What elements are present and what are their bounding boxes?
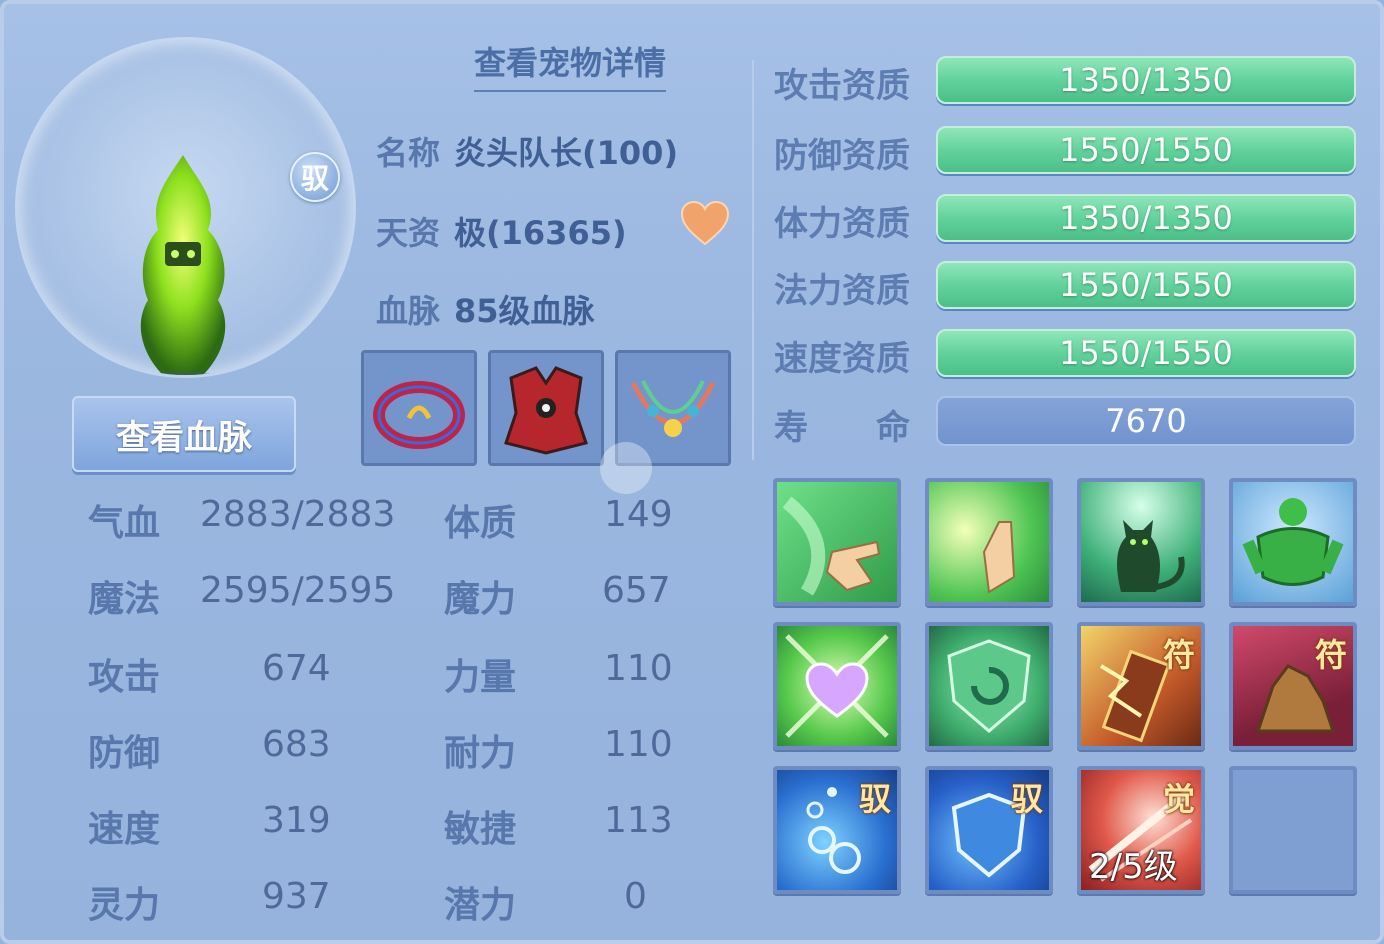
aptitude-stamina-label: 体力资质 (774, 204, 910, 244)
stat-spirit-value: 937 (262, 876, 331, 917)
bloodline-value: 85级血脉 (454, 292, 595, 330)
aptitude-defense-bar: 1550/1550 (936, 126, 1356, 174)
skill-slot-9[interactable]: 驭 (773, 766, 901, 894)
green-cat-skill-icon (1117, 520, 1185, 592)
stat-spirit-label: 灵力 (88, 885, 161, 926)
stat-defense-value: 683 (262, 724, 331, 765)
skill-slot-10[interactable]: 驭 (925, 766, 1053, 894)
skill-tag: 驭 (858, 780, 891, 818)
aptitude-stamina-bar: 1350/1350 (936, 194, 1356, 242)
green-muscle-skill-icon (1242, 498, 1344, 586)
lifespan-bar: 7670 (936, 396, 1356, 446)
aptitude-speed-bar: 1550/1550 (936, 329, 1356, 377)
stat-strength-value: 110 (604, 648, 673, 689)
lifespan-label: 寿 命 (774, 408, 910, 448)
name-label: 名称 (376, 134, 441, 172)
pet-portrait (18, 40, 353, 375)
pet-name-row: 名称 炎头队长(100) (376, 128, 678, 174)
stat-constitution-label: 体质 (444, 503, 517, 544)
stat-attack-value: 674 (262, 648, 331, 689)
stat-constitution-value: 149 (604, 494, 673, 535)
yu-badge: 驭 (290, 152, 340, 202)
stat-potential-value: 0 (624, 876, 647, 917)
skill-tag: 驭 (1010, 780, 1043, 818)
view-pet-details-link[interactable]: 查看宠物详情 (474, 38, 667, 92)
stat-strength-label: 力量 (444, 657, 517, 698)
skill-slot-8[interactable]: 符 (1229, 622, 1357, 750)
view-bloodline-button[interactable]: 查看血脉 (72, 396, 296, 472)
pet-flame-figure (140, 155, 226, 375)
stat-endurance-label: 耐力 (444, 733, 517, 774)
skill-slot-7[interactable]: 符 (1077, 622, 1205, 750)
ring-icon (364, 353, 474, 463)
column-divider (752, 60, 754, 460)
pet-bloodline-row: 血脉 85级血脉 (376, 286, 595, 332)
watermark-logo (596, 438, 796, 498)
palm-light-skill-icon (982, 521, 1016, 594)
stat-hp-value: 2883/2883 (200, 494, 396, 535)
skill-slot-5[interactable] (773, 622, 901, 750)
aptitude-mana-label: 法力资质 (774, 271, 910, 311)
bloodline-label: 血脉 (376, 292, 441, 330)
skill-level: 2/5级 (1089, 847, 1178, 887)
skill-slot-2[interactable] (925, 478, 1053, 606)
skill-tag: 符 (1314, 636, 1347, 674)
stat-endurance-value: 110 (604, 724, 673, 765)
pet-talent-row: 天资 极(16365) (376, 208, 627, 254)
equip-slot-armor[interactable] (488, 350, 604, 466)
stat-attack-label: 攻击 (88, 657, 161, 698)
aptitude-speed-label: 速度资质 (774, 339, 910, 379)
aptitude-attack-label: 攻击资质 (774, 66, 910, 106)
aptitude-mana-bar: 1550/1550 (936, 261, 1356, 309)
skill-tag: 符 (1162, 636, 1195, 674)
skill-slot-6[interactable] (925, 622, 1053, 750)
stat-speed-value: 319 (262, 800, 331, 841)
skill-slot-11[interactable]: 觉 2/5级 (1077, 766, 1205, 894)
skill-slot-4[interactable] (1229, 478, 1357, 606)
skill-tag: 觉 (1162, 780, 1195, 818)
stat-potential-label: 潜力 (444, 885, 517, 926)
heart-icon[interactable] (680, 200, 730, 246)
armor-icon (491, 353, 601, 463)
talent-label: 天资 (376, 214, 441, 252)
aptitude-attack-bar: 1350/1350 (936, 56, 1356, 104)
skill-slot-1[interactable] (773, 478, 901, 606)
heart-skill-icon (785, 634, 889, 738)
name-value: 炎头队长(100) (454, 134, 679, 172)
stat-defense-label: 防御 (88, 733, 161, 774)
stat-mp-value: 2595/2595 (200, 570, 396, 611)
stat-agility-label: 敏捷 (444, 809, 517, 850)
finger-point-skill-icon (782, 496, 881, 596)
stat-agility-value: 113 (604, 800, 673, 841)
equip-slot-ring[interactable] (361, 350, 477, 466)
shield-swirl-skill-icon (947, 639, 1031, 733)
stat-magic-power-label: 魔力 (444, 579, 517, 620)
aptitude-defense-label: 防御资质 (774, 136, 910, 176)
stat-mp-label: 魔法 (88, 579, 161, 620)
stat-hp-label: 气血 (88, 503, 161, 544)
stat-magic-power-value: 657 (602, 570, 671, 611)
skill-slot-3[interactable] (1077, 478, 1205, 606)
talent-value: 极(16365) (454, 214, 627, 252)
stat-speed-label: 速度 (88, 809, 161, 850)
empty-skill-slot[interactable] (1229, 766, 1357, 894)
